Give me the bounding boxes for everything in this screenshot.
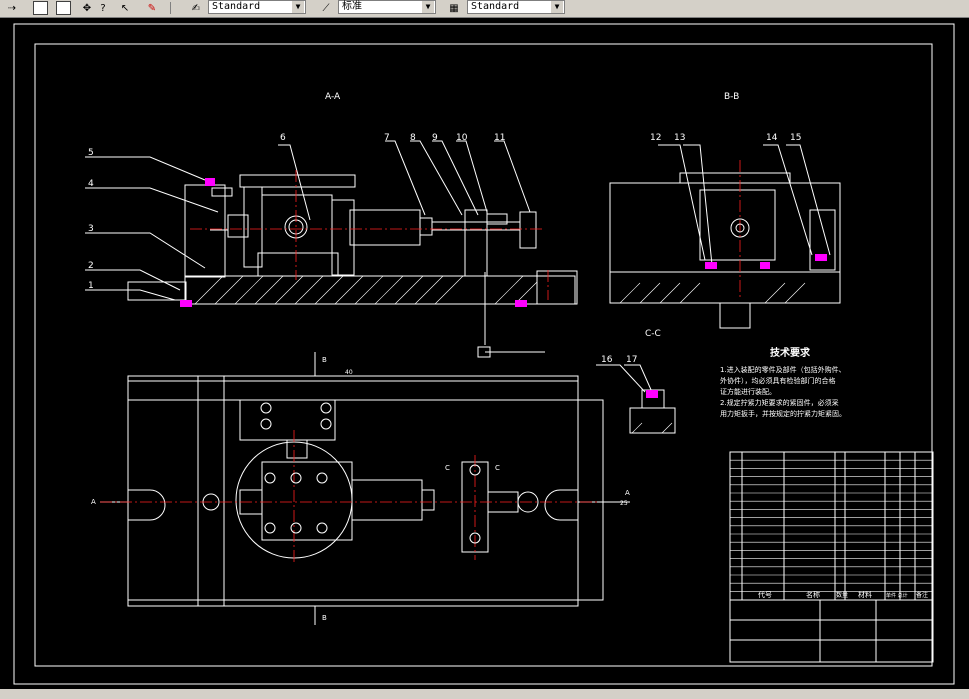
drawing-outer-border <box>13 23 955 685</box>
hatching <box>194 275 806 434</box>
bom-header-note: 备注 <box>916 591 928 599</box>
section-cc-label: C-C <box>645 329 661 339</box>
text-style-value: Standard <box>212 1 261 12</box>
help-icon[interactable]: ? <box>97 1 109 15</box>
table-style-value: Standard <box>471 1 520 12</box>
dim-width: 40 <box>345 369 353 376</box>
status-bar <box>0 689 969 699</box>
toolbar-separator <box>170 2 171 14</box>
tech-line-4: 2.规定拧紧力矩要求的紧固件，必须采 <box>720 398 839 407</box>
redo-arrow-icon[interactable]: ⇢ <box>2 1 22 15</box>
bom-header-qty: 数量 <box>836 591 848 599</box>
balloon-13: 13 <box>674 133 685 143</box>
table-style-select[interactable]: Standard ▼ <box>467 0 565 14</box>
dim-style-icon: ⟋ <box>322 2 330 14</box>
toolbar: ⇢ ✥ ? ↖ ✎ ✍ Standard ▼ ⟋ 标准 ▼ ▦ Standard… <box>0 0 969 18</box>
balloon-16: 16 <box>601 355 613 365</box>
dim-height: 25 <box>620 500 628 507</box>
tech-requirements-title: 技术要求 <box>770 346 811 359</box>
view-mark-b-bottom: B <box>322 614 327 622</box>
balloon-10: 10 <box>456 133 468 143</box>
section-cc-view <box>596 364 676 434</box>
dim-style-value: 标准 <box>342 1 362 12</box>
balloon-12: 12 <box>650 133 661 143</box>
tech-line-2: 外协件），均必须具有检验部门的合格 <box>720 376 836 385</box>
balloon-11: 11 <box>494 133 505 143</box>
balloon-9: 9 <box>432 133 438 143</box>
chevron-down-icon[interactable]: ▼ <box>422 1 434 13</box>
section-bb-label: B-B <box>724 92 739 102</box>
bom-header-weight: 单件 总计 <box>886 592 908 599</box>
balloon-17: 17 <box>626 355 637 365</box>
chevron-down-icon[interactable]: ▼ <box>292 1 304 13</box>
balloon-7: 7 <box>384 133 390 143</box>
section-bb-view <box>609 144 841 329</box>
tech-line-5: 用力矩扳手，并按规定的拧紧力矩紧固。 <box>720 409 846 418</box>
view-mark-b-top: B <box>322 356 327 364</box>
balloon-1: 1 <box>88 281 94 291</box>
balloon-15: 15 <box>790 133 801 143</box>
view-mark-a-left: A <box>91 498 96 506</box>
balloon-5: 5 <box>88 148 94 158</box>
paint-icon[interactable]: ✎ <box>145 1 159 15</box>
plan-view <box>100 352 630 625</box>
view-mark-c-right: C <box>495 464 500 472</box>
text-style-icon: ✍ <box>191 2 201 14</box>
balloon-2: 2 <box>88 261 94 271</box>
balloon-6: 6 <box>280 133 286 143</box>
view-mark-a-right: A <box>625 489 630 497</box>
drawing-canvas[interactable]: A-A B-B C-C 5 4 3 2 1 6 7 8 9 10 11 12 1… <box>0 18 969 689</box>
tech-line-1: 1.进入装配的零件及部件（包括外购件、 <box>720 365 846 374</box>
balloon-14: 14 <box>766 133 778 143</box>
table-style-icon: ▦ <box>449 2 459 14</box>
bom-rows <box>730 459 933 592</box>
view-mark-c-left: C <box>445 464 450 472</box>
balloon-8: 8 <box>410 133 416 143</box>
text-style-select[interactable]: Standard ▼ <box>208 0 306 14</box>
move-tool-icon[interactable]: ✥ <box>78 1 96 15</box>
section-aa-view <box>127 174 578 305</box>
balloon-3: 3 <box>88 224 94 234</box>
chevron-down-icon[interactable]: ▼ <box>551 1 563 13</box>
balloon-4: 4 <box>88 179 94 189</box>
dim-style-select[interactable]: 标准 ▼ <box>338 0 436 14</box>
title-block <box>729 451 934 663</box>
fastener-highlights <box>180 178 827 398</box>
pointer-arrow-icon[interactable]: ↖ <box>118 1 132 15</box>
frame-tool-icon[interactable] <box>56 1 71 15</box>
section-aa-label: A-A <box>325 92 341 102</box>
rectangle-tool-icon[interactable] <box>33 1 48 15</box>
tech-line-3: 证方能进行装配。 <box>720 387 776 396</box>
